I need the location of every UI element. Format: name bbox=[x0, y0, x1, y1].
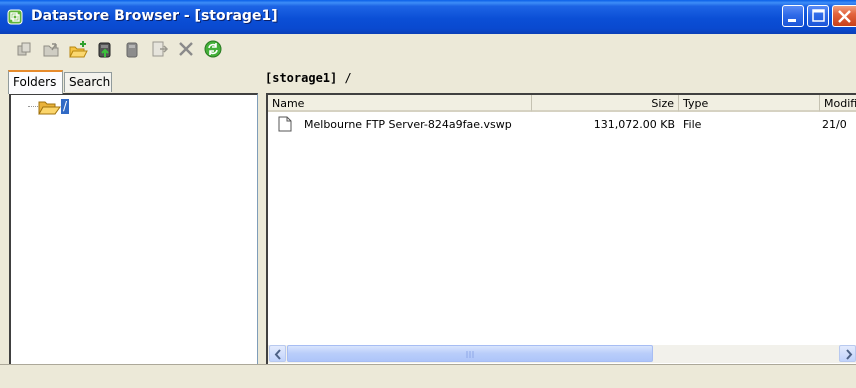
tab-search[interactable]: Search bbox=[64, 72, 112, 92]
move-icon bbox=[152, 41, 169, 57]
tree-item-root[interactable]: / bbox=[61, 99, 70, 114]
file-size: 131,072.00 KB bbox=[593, 118, 675, 131]
minimize-icon bbox=[788, 19, 796, 22]
back-button[interactable] bbox=[12, 37, 36, 61]
delete-button[interactable] bbox=[174, 37, 198, 61]
horizontal-scrollbar[interactable] bbox=[268, 345, 856, 363]
refresh-icon bbox=[204, 40, 222, 58]
download-icon bbox=[126, 42, 138, 58]
folder-tree[interactable]: / bbox=[9, 93, 258, 378]
table-row[interactable]: Melbourne FTP Server-824a9fae.vswp 131,0… bbox=[268, 114, 856, 133]
open-folder-icon bbox=[38, 101, 61, 115]
file-icon bbox=[278, 116, 292, 132]
minimize-button[interactable] bbox=[782, 5, 804, 27]
datastore-app-icon bbox=[7, 9, 23, 25]
file-list[interactable]: Name Size Type Modifi Melbourne FTP Serv… bbox=[266, 93, 856, 365]
upload-icon bbox=[98, 42, 111, 58]
path-datastore: [storage1] bbox=[265, 71, 338, 85]
maximize-button[interactable] bbox=[807, 5, 829, 27]
current-path: [storage1] / bbox=[265, 71, 352, 85]
close-icon bbox=[838, 10, 851, 23]
window-title: Datastore Browser - [storage1] bbox=[31, 8, 278, 24]
column-header-type[interactable]: Type bbox=[679, 95, 820, 112]
tab-folders[interactable]: Folders bbox=[8, 70, 63, 94]
maximize-icon bbox=[812, 9, 825, 22]
file-modified: 21/0 bbox=[822, 118, 847, 131]
refresh-button[interactable] bbox=[201, 37, 225, 61]
window-controls bbox=[782, 5, 856, 29]
column-header-name[interactable]: Name bbox=[268, 95, 532, 112]
close-button[interactable] bbox=[832, 5, 856, 27]
scroll-left-button[interactable] bbox=[269, 345, 286, 362]
chevron-left-icon bbox=[274, 349, 281, 360]
path-folder: / bbox=[344, 71, 352, 85]
title-bar[interactable]: Datastore Browser - [storage1] bbox=[0, 0, 856, 34]
new-folder-button[interactable] bbox=[66, 37, 90, 61]
pane-splitter[interactable] bbox=[259, 93, 263, 378]
new-folder-icon bbox=[69, 41, 88, 58]
upload-button[interactable] bbox=[93, 37, 117, 61]
column-header-size[interactable]: Size bbox=[532, 95, 679, 112]
download-button[interactable] bbox=[120, 37, 144, 61]
scroll-thumb[interactable] bbox=[287, 345, 653, 362]
delete-icon bbox=[179, 42, 193, 56]
column-header-modified[interactable]: Modifi bbox=[820, 95, 856, 112]
datastore-browser-window: Datastore Browser - [storage1] Folders S… bbox=[0, 0, 856, 388]
status-bar bbox=[0, 364, 856, 388]
grip-icon bbox=[466, 351, 474, 358]
scroll-right-button[interactable] bbox=[839, 345, 856, 362]
move-button[interactable] bbox=[147, 37, 171, 61]
file-name: Melbourne FTP Server-824a9fae.vswp bbox=[304, 118, 512, 131]
up-folder-button[interactable] bbox=[39, 37, 63, 61]
file-type: File bbox=[683, 118, 702, 131]
toolbar bbox=[0, 34, 856, 64]
up-folder-icon bbox=[43, 43, 59, 57]
chevron-right-icon bbox=[846, 349, 853, 360]
back-icon bbox=[17, 42, 31, 56]
